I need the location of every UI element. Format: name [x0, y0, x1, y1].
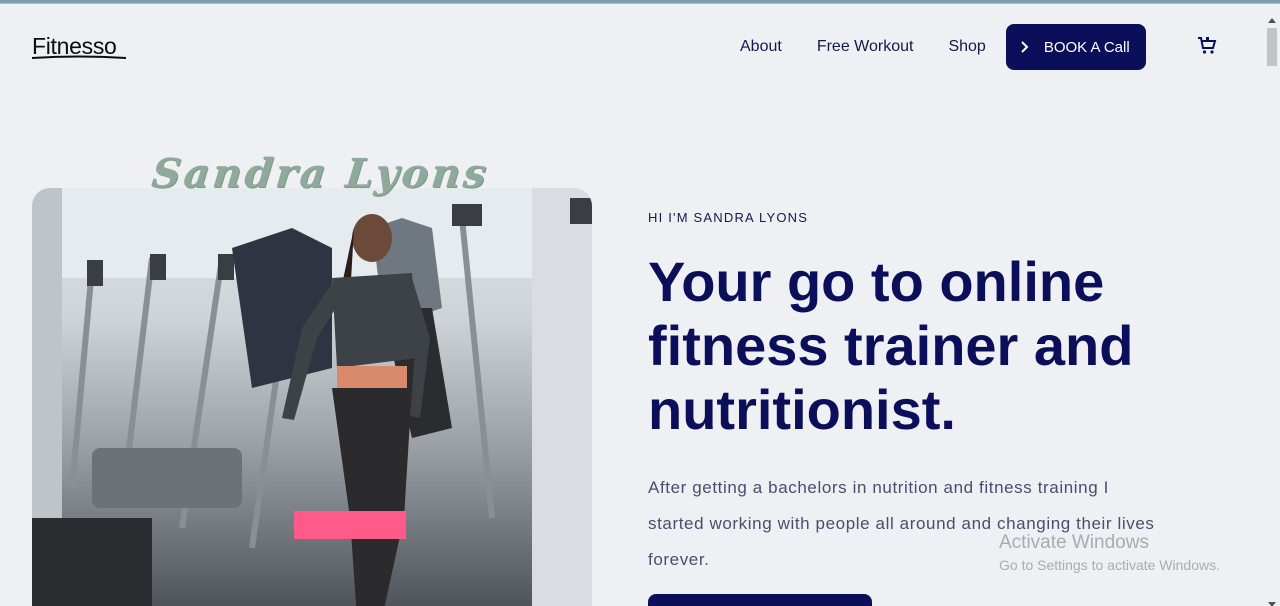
hero-cta-button[interactable] — [648, 594, 872, 606]
nav-about[interactable]: About — [740, 38, 782, 56]
nav-shop[interactable]: Shop — [948, 38, 985, 56]
hero-photo — [32, 188, 592, 606]
hero-eyebrow: HI I'M SANDRA LYONS — [648, 210, 809, 225]
book-a-call-label: BOOK A Call — [1043, 38, 1130, 56]
hero-headline: Your go to online fitness trainer and nu… — [648, 250, 1134, 441]
scroll-up-arrow-icon[interactable] — [1268, 18, 1276, 23]
logo-swoosh-icon — [32, 55, 126, 59]
nav-free-workout[interactable]: Free Workout — [817, 38, 914, 56]
book-a-call-button[interactable]: BOOK A Call — [1005, 24, 1146, 70]
gym-photo-illustration — [32, 188, 592, 606]
window-top-border — [0, 0, 1280, 4]
chevron-right-icon — [1020, 41, 1030, 53]
scroll-down-arrow-icon[interactable] — [1268, 602, 1276, 606]
site-logo[interactable]: Fitnesso — [32, 33, 126, 60]
page-scrollbar[interactable] — [1264, 8, 1280, 606]
main-nav: About Free Workout Shop BOOK A Call — [740, 24, 1146, 70]
windows-activation-title: Activate Windows — [999, 532, 1149, 553]
windows-activation-subtitle: Go to Settings to activate Windows. — [999, 557, 1220, 573]
scrollbar-thumb[interactable] — [1267, 28, 1277, 66]
script-name-title: Sandra Lyons — [149, 150, 492, 197]
cart-icon[interactable] — [1197, 36, 1217, 56]
